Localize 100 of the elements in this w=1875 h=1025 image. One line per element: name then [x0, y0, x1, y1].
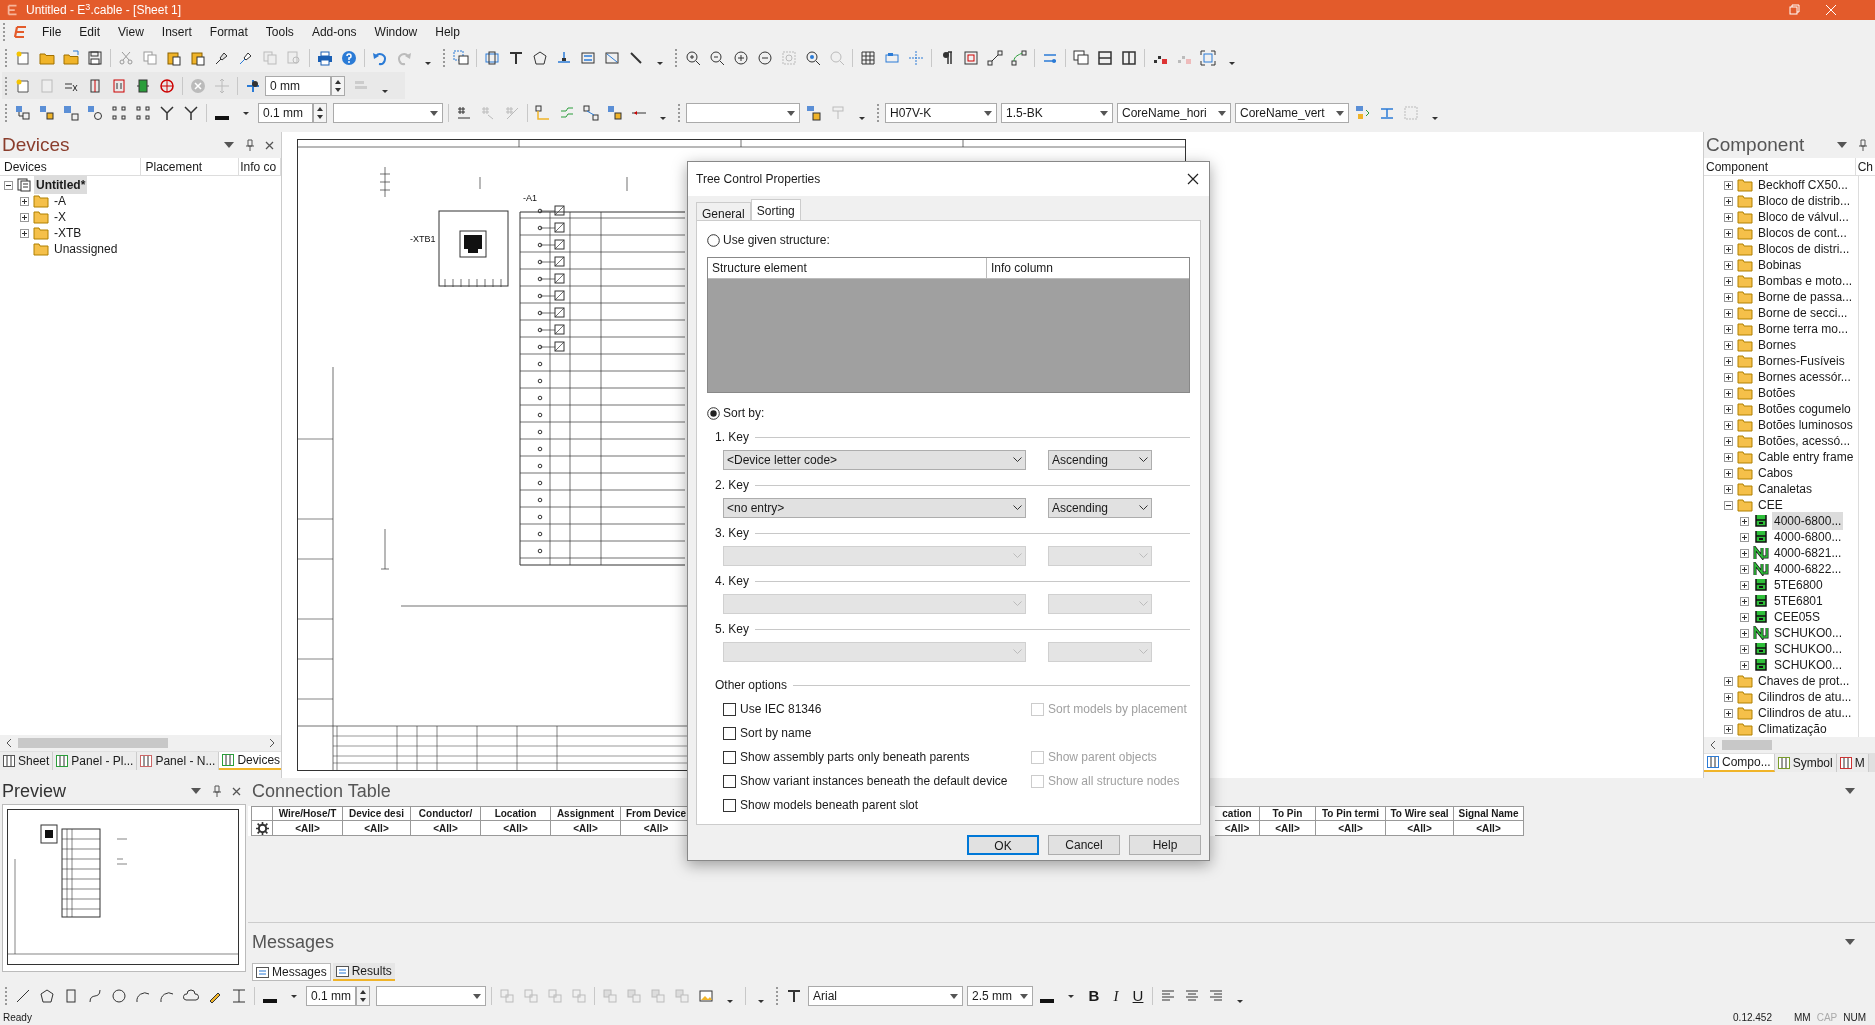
connect-squares-icon[interactable]: [63, 105, 79, 121]
filter-cell[interactable]: <All>: [273, 821, 343, 836]
column-header[interactable]: Ch: [1855, 158, 1875, 175]
expand-icon[interactable]: [1724, 276, 1733, 286]
menu-item[interactable]: Format: [200, 23, 257, 41]
scrollbar-thumb[interactable]: [1722, 740, 1772, 750]
expand-icon[interactable]: [20, 212, 29, 222]
tree-item[interactable]: Canaletas: [1756, 480, 1815, 498]
dropdown[interactable]: H07V-K: [885, 103, 997, 123]
spinner-icon[interactable]: [356, 986, 370, 1006]
expand-icon[interactable]: [1724, 724, 1733, 734]
column-header[interactable]: Info column: [987, 258, 1189, 279]
column-header[interactable]: Signal Name: [1454, 806, 1524, 821]
tree-item[interactable]: Botões: [1756, 384, 1798, 402]
pin-row-icon[interactable]: [111, 105, 127, 121]
tree-item[interactable]: -XTB: [52, 224, 84, 242]
app-logo-icon[interactable]: [13, 24, 29, 40]
spin-field[interactable]: 0.1 mm: [258, 103, 313, 123]
dropdown[interactable]: 1.5-BK: [1001, 103, 1113, 123]
paste-icon[interactable]: [166, 50, 182, 66]
pin-icon[interactable]: [245, 139, 255, 151]
scrollbar-thumb[interactable]: [18, 738, 168, 748]
filter-cell[interactable]: <All>: [1454, 821, 1524, 836]
tree-item[interactable]: Botões, acessó...: [1756, 432, 1853, 450]
expand-icon[interactable]: [1740, 596, 1749, 606]
connect-squares-icon[interactable]: [583, 105, 599, 121]
expand-icon[interactable]: [1724, 388, 1733, 398]
minus-circle-icon[interactable]: [757, 50, 773, 66]
column-header[interactable]: cation: [1215, 806, 1260, 821]
tree-item[interactable]: SCHUKO0...: [1772, 624, 1844, 642]
panel-tab[interactable]: Devices: [219, 752, 281, 770]
tree-item[interactable]: Bornes: [1756, 336, 1799, 354]
expand-icon[interactable]: [1724, 420, 1733, 430]
tree-item[interactable]: 5TE6800: [1772, 576, 1825, 594]
expand-icon[interactable]: [1724, 292, 1733, 302]
terminal-icon[interactable]: [111, 77, 127, 94]
bus-icon[interactable]: [580, 50, 596, 66]
dropdown[interactable]: 2.5 mm: [967, 986, 1033, 1006]
windows-icon[interactable]: [1073, 50, 1089, 66]
column-header[interactable]: Device desi: [343, 806, 411, 821]
split-horizontal-icon[interactable]: [1097, 50, 1113, 66]
tree-item[interactable]: Unassigned: [52, 240, 120, 258]
expand-icon[interactable]: [1724, 228, 1733, 238]
pin-icon[interactable]: [212, 785, 222, 797]
expand-icon[interactable]: [1724, 708, 1733, 718]
tree-item[interactable]: Beckhoff CX50...: [1756, 176, 1850, 194]
key-dropdown[interactable]: <no entry>: [723, 498, 1026, 518]
radio-button[interactable]: [707, 233, 720, 247]
connector-icon[interactable]: [987, 50, 1003, 66]
move-icon[interactable]: [245, 77, 261, 94]
tree-item[interactable]: Cable entry frame: [1756, 448, 1856, 466]
spin-field[interactable]: 0 mm: [265, 75, 331, 96]
menu-item[interactable]: Window: [365, 23, 427, 41]
caret-icon[interactable]: [1837, 142, 1847, 148]
text-line-icon[interactable]: [231, 988, 247, 1004]
connector-icon[interactable]: [1011, 50, 1027, 66]
save-icon[interactable]: [87, 50, 103, 66]
cloud-icon[interactable]: [183, 988, 199, 1004]
cable-icon[interactable]: [604, 50, 620, 66]
select-icon[interactable]: [453, 50, 469, 66]
filter-cell[interactable]: <All>: [1316, 821, 1386, 836]
expand-icon[interactable]: [1740, 644, 1749, 654]
dropdown[interactable]: CoreName_vert: [1235, 103, 1349, 123]
collapse-icon[interactable]: [1724, 500, 1733, 510]
order-dropdown[interactable]: Ascending: [1048, 450, 1152, 470]
close-icon[interactable]: [1187, 173, 1199, 185]
expand-icon[interactable]: [1740, 548, 1749, 558]
connect-squares-icon[interactable]: [15, 105, 31, 121]
menu-item[interactable]: File: [33, 23, 71, 41]
tree-item[interactable]: Bornes acessór...: [1756, 368, 1853, 386]
expand-icon[interactable]: [1724, 340, 1733, 350]
text-style-button[interactable]: U: [1127, 985, 1149, 1007]
circle-icon[interactable]: [111, 988, 127, 1004]
polygon-icon[interactable]: [532, 50, 548, 66]
wire-end-icon[interactable]: [1379, 105, 1395, 121]
expand-icon[interactable]: [1724, 260, 1733, 270]
expand-icon[interactable]: [1740, 564, 1749, 574]
column-header[interactable]: Wire/Hose/T: [273, 806, 343, 821]
connect-squares-icon[interactable]: [87, 105, 103, 121]
tag-icon[interactable]: [884, 50, 900, 66]
column-header[interactable]: To Wire seal: [1386, 806, 1454, 821]
dialog-tab[interactable]: General: [696, 202, 751, 220]
menu-item[interactable]: Tools: [256, 23, 303, 41]
text-tool-icon[interactable]: [508, 50, 524, 66]
dialog-button[interactable]: Help: [1129, 835, 1201, 855]
tree-item[interactable]: -A: [52, 192, 68, 210]
dropdown[interactable]: CoreName_hori: [1117, 103, 1231, 123]
scroll-left-icon[interactable]: [4, 738, 14, 748]
spin-field[interactable]: 0.1 mm: [306, 986, 356, 1006]
brush-icon[interactable]: [238, 50, 254, 66]
filter-cell[interactable]: <All>: [551, 821, 621, 836]
text-style-button[interactable]: B: [1083, 985, 1105, 1007]
expand-icon[interactable]: [20, 196, 29, 206]
checkbox[interactable]: [723, 702, 736, 716]
new-symbol-icon[interactable]: [15, 77, 31, 94]
dialog-button[interactable]: OK: [967, 835, 1039, 855]
panel-tab[interactable]: M: [1836, 754, 1869, 772]
tree-item[interactable]: 5TE6801: [1772, 592, 1825, 610]
expand-icon[interactable]: [1724, 196, 1733, 206]
expand-icon[interactable]: [1740, 628, 1749, 638]
